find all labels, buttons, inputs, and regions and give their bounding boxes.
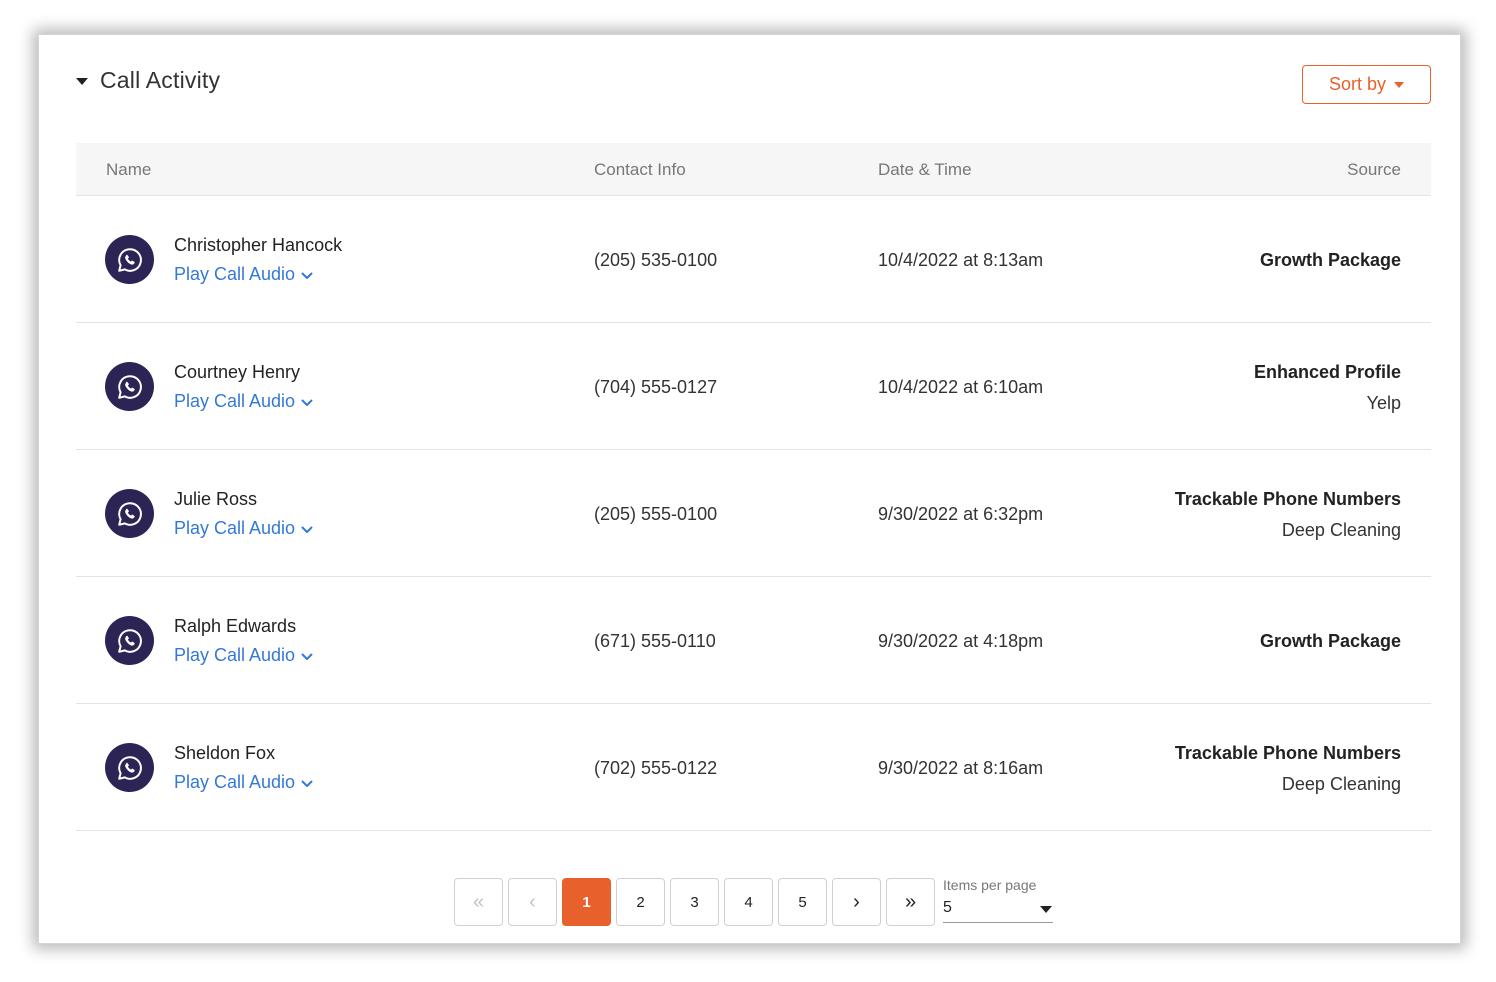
table-header: Name Contact Info Date & Time Source [76, 143, 1431, 196]
play-call-audio-label: Play Call Audio [174, 518, 296, 538]
source-cell: Trackable Phone Numbers Deep Cleaning [1175, 489, 1401, 541]
caller-name: Christopher Hancock [174, 235, 343, 255]
table-row: Sheldon Fox Play Call Audio (702) 555-0122… [76, 704, 1431, 831]
phone-chat-icon [105, 489, 154, 538]
last-page-button[interactable]: » [886, 878, 935, 926]
call-datetime: 9/30/2022 at 8:16am [878, 758, 1044, 778]
next-page-button[interactable]: › [832, 878, 881, 926]
sort-by-label: Sort by [1328, 74, 1387, 94]
play-call-audio-label: Play Call Audio [174, 264, 296, 284]
source-cell: Growth Package [1260, 250, 1401, 271]
call-datetime: 9/30/2022 at 4:18pm [878, 631, 1044, 651]
chevron-down-icon [301, 653, 313, 661]
play-call-audio-label: Play Call Audio [174, 645, 296, 665]
source-detail: Deep Cleaning [1281, 520, 1401, 540]
source-detail: Yelp [1366, 393, 1401, 413]
call-datetime: 10/4/2022 at 8:13am [878, 250, 1044, 270]
source-cell: Growth Package [1260, 631, 1401, 652]
contact-info: (205) 555-0100 [594, 504, 718, 524]
source-name: Trackable Phone Numbers [1174, 489, 1401, 509]
source-cell: Trackable Phone Numbers Deep Cleaning [1175, 743, 1401, 795]
items-per-page-label: Items per page [943, 877, 1037, 893]
source-cell: Enhanced Profile Yelp [1254, 362, 1401, 414]
phone-chat-icon [105, 616, 154, 665]
items-per-page-select[interactable]: 5 [943, 899, 1053, 923]
page-1-button[interactable]: 1 [562, 878, 611, 926]
table-row: Julie Ross Play Call Audio (205) 555-0100 9… [76, 450, 1431, 577]
first-page-button[interactable]: « [454, 878, 503, 926]
items-per-page-value: 5 [943, 899, 952, 916]
page-3-button[interactable]: 3 [670, 878, 719, 926]
panel-title: Call Activity [100, 67, 221, 93]
table-row: Christopher Hancock Play Call Audio (205) … [76, 196, 1431, 323]
caller-name: Courtney Henry [174, 362, 301, 382]
table-row: Courtney Henry Play Call Audio (704) 555-0… [76, 323, 1431, 450]
play-call-audio-link[interactable]: Play Call Audio [174, 772, 313, 793]
play-call-audio-link[interactable]: Play Call Audio [174, 518, 313, 539]
page-5-button[interactable]: 5 [778, 878, 827, 926]
contact-info: (205) 535-0100 [594, 250, 718, 270]
chevron-down-icon [301, 272, 313, 280]
play-call-audio-label: Play Call Audio [174, 391, 296, 411]
phone-chat-icon [105, 235, 154, 284]
prev-page-button[interactable]: ‹ [508, 878, 557, 926]
table-body: Christopher Hancock Play Call Audio (205) … [76, 196, 1431, 831]
contact-info: (702) 555-0122 [594, 758, 718, 778]
call-activity-panel: Call Activity Sort by Name Contact Info … [39, 35, 1460, 943]
chevron-down-icon [301, 780, 313, 788]
source-name: Growth Package [1259, 250, 1401, 270]
page-2-button[interactable]: 2 [616, 878, 665, 926]
play-call-audio-link[interactable]: Play Call Audio [174, 264, 313, 285]
play-call-audio-label: Play Call Audio [174, 772, 296, 792]
source-name: Enhanced Profile [1253, 362, 1401, 382]
contact-info: (704) 555-0127 [594, 377, 718, 397]
caller-name: Ralph Edwards [174, 616, 297, 636]
table-row: Ralph Edwards Play Call Audio (671) 555-01… [76, 577, 1431, 704]
contact-info: (671) 555-0110 [594, 631, 716, 651]
page-4-button[interactable]: 4 [724, 878, 773, 926]
phone-chat-icon [105, 743, 154, 792]
play-call-audio-link[interactable]: Play Call Audio [174, 391, 313, 412]
source-name: Growth Package [1259, 631, 1401, 651]
play-call-audio-link[interactable]: Play Call Audio [174, 645, 313, 666]
phone-chat-icon [105, 362, 154, 411]
caret-down-icon[interactable] [76, 78, 88, 85]
panel-header: Call Activity Sort by [76, 65, 1431, 105]
caller-name: Julie Ross [174, 489, 258, 509]
column-header-source: Source [1347, 160, 1401, 179]
call-datetime: 9/30/2022 at 6:32pm [878, 504, 1044, 524]
chevron-down-icon [301, 526, 313, 534]
source-detail: Deep Cleaning [1281, 774, 1401, 794]
call-datetime: 10/4/2022 at 6:10am [878, 377, 1044, 397]
chevron-down-icon [301, 399, 313, 407]
column-header-datetime: Date & Time [878, 160, 972, 179]
source-name: Trackable Phone Numbers [1174, 743, 1401, 763]
caret-down-icon [1040, 906, 1052, 913]
column-header-name: Name [106, 160, 152, 179]
items-per-page: Items per page 5 [943, 877, 1053, 923]
caller-name: Sheldon Fox [174, 743, 276, 763]
caret-down-icon [1394, 81, 1405, 88]
column-header-contact: Contact Info [594, 160, 686, 179]
sort-by-button[interactable]: Sort by [1302, 65, 1431, 104]
